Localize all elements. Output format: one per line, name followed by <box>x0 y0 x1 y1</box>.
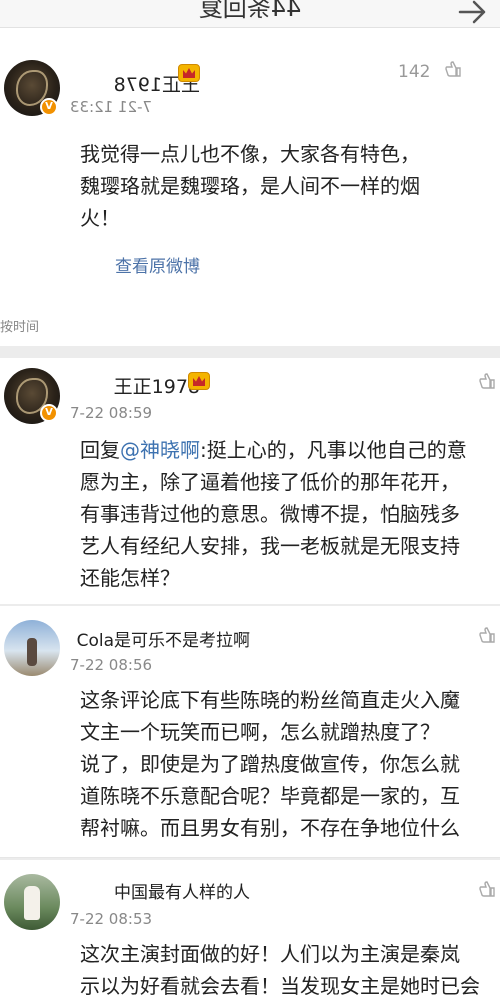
like-thumb-icon[interactable] <box>478 626 496 644</box>
reply-prefix: 回复 <box>80 438 120 462</box>
comment-line: 这条评论底下有些陈晓的粉丝简直走火入魔 <box>80 688 460 712</box>
comment-card: V 王正1978 7-21 12:33 142 我觉得一点儿也不像，大家各有特色… <box>0 28 500 346</box>
mirrored-screen: 44条回复 V 王正1978 7-21 12:33 142 我觉得一点儿也不像，… <box>0 0 500 1000</box>
like-count: 142 <box>398 62 431 82</box>
mention-link[interactable]: @神晓啊 <box>120 438 200 462</box>
like-thumb-icon[interactable] <box>478 880 496 898</box>
verified-badge-icon: V <box>40 98 58 116</box>
comment-time: 7-21 12:33 <box>70 98 153 116</box>
comment-card: V 王正1978 7-22 08:59 回复@神晓啊:挺上心的，凡事以他自己的意… <box>0 358 500 604</box>
comment-card: 中国最有人样的人 7-22 08:53 这次主演封面做的好！人们以为主演是秦岚 … <box>0 860 500 1000</box>
comment-line: 艺人有经纪人安排，我一老板就是无限支持 <box>80 534 460 558</box>
page-title: 44条回复 <box>198 0 302 22</box>
comment-line: 魏璎珞就是魏璎珞，是人间不一样的烟 <box>80 174 420 198</box>
comment-line: 文主一个玩笑而已啊，怎么就蹭热度了？ <box>80 720 440 744</box>
comment-line: 火！ <box>80 206 120 230</box>
avatar[interactable] <box>4 620 60 676</box>
comment-line: 示以为好看就会去看！当发现女主是她时已会 <box>80 974 480 998</box>
crown-badge-icon <box>178 64 200 82</box>
comment-line: 有事违背过他的意思。微博不提，怕脑残多 <box>80 502 460 526</box>
comment-line: 道陈晓不乐意配合呢？毕竟都是一家的，互 <box>80 784 460 808</box>
comment-body: 这次主演封面做的好！人们以为主演是秦岚 示以为好看就会去看！当发现女主是她时已会 <box>70 938 500 1000</box>
back-arrow-icon[interactable] <box>456 0 490 26</box>
username[interactable]: 王正1978 <box>70 372 200 399</box>
comment-line: 我觉得一点儿也不像，大家各有特色， <box>80 142 420 166</box>
comment-line: 还能怎样？ <box>80 566 180 590</box>
view-original-link[interactable]: 查看原微博 <box>75 252 200 277</box>
comment-time: 7-22 08:56 <box>70 656 153 674</box>
comment-time: 7-22 08:59 <box>70 404 153 422</box>
verified-badge-icon: V <box>40 404 58 422</box>
comment-body: 我觉得一点儿也不像，大家各有特色， 魏璎珞就是魏璎珞，是人间不一样的烟 火！ <box>70 138 500 234</box>
like-thumb-icon[interactable] <box>478 372 496 390</box>
comment-line: 这次主演封面做的好！人们以为主演是秦岚 <box>80 942 460 966</box>
comment-line: 愿为主，除了逼着他接了低价的那年花开， <box>80 470 460 494</box>
like-thumb-icon[interactable] <box>444 60 462 78</box>
top-bar: 44条回复 <box>0 0 500 28</box>
comment-card: Cola是可乐不是考拉啊 7-22 08:56 这条评论底下有些陈晓的粉丝简直走… <box>0 606 500 858</box>
sort-by-time[interactable]: 按时间 <box>0 316 70 335</box>
comment-line: 说了，即使是为了蹭热度做宣传，你怎么就 <box>80 752 460 776</box>
divider <box>0 857 500 858</box>
username[interactable]: 中国最有人样的人 <box>70 878 250 903</box>
comment-line: :挺上心的，凡事以他自己的意 <box>200 438 467 462</box>
avatar[interactable] <box>4 874 60 930</box>
crown-badge-icon <box>188 372 210 390</box>
comment-line: 帮衬嘛。而且男女有别，不存在争地位什么 <box>80 816 460 840</box>
comment-time: 7-22 08:53 <box>70 910 153 928</box>
comment-body: 回复@神晓啊:挺上心的，凡事以他自己的意 愿为主，除了逼着他接了低价的那年花开，… <box>70 434 500 594</box>
username[interactable]: Cola是可乐不是考拉啊 <box>70 626 250 651</box>
comment-body: 这条评论底下有些陈晓的粉丝简直走火入魔 文主一个玩笑而已啊，怎么就蹭热度了？ 说… <box>70 684 500 844</box>
